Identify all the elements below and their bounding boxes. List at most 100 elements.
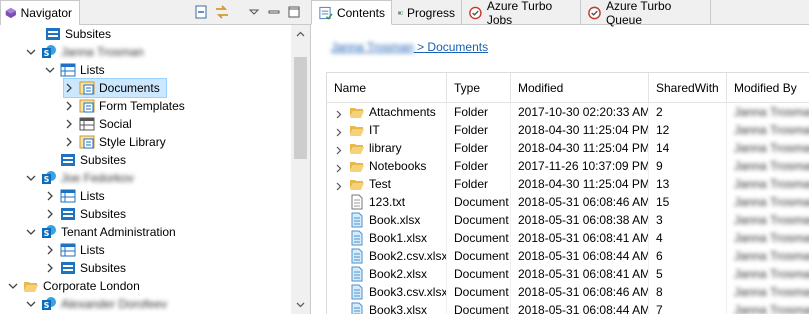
chevron-down-icon[interactable] — [26, 47, 36, 57]
tree-item-subsites[interactable]: Subsites — [45, 259, 126, 277]
table-row[interactable]: IT Folder 2018-04-30 11:25:04 PM 12 Janna Tr… — [327, 121, 809, 139]
tree-item-subsites[interactable]: Subsites — [45, 151, 126, 169]
name-text: Attachments — [369, 105, 436, 119]
tree-item-lists[interactable]: Lists — [45, 187, 105, 205]
scroll-down-icon[interactable] — [296, 300, 305, 309]
cell-modified: 2018-04-30 11:25:04 PM — [511, 121, 649, 139]
cell-shared: 6 — [649, 247, 727, 265]
chevron-right-icon[interactable] — [45, 209, 55, 219]
column-header-modified-by[interactable]: Modified By — [727, 73, 809, 103]
tree-item-lists[interactable]: Lists — [45, 241, 105, 259]
chevron-right-icon[interactable] — [334, 108, 343, 118]
tree-item-label: Corporate London — [43, 279, 140, 293]
breadcrumb-site-link[interactable]: Janna Trosman — [331, 40, 414, 54]
cell-name: Book.xlsx — [327, 211, 447, 229]
type-text: Folder — [454, 177, 489, 191]
chevron-right-icon[interactable] — [334, 180, 343, 190]
tree-item-lists[interactable]: Lists — [45, 61, 105, 79]
chevron-right-icon[interactable] — [334, 144, 343, 154]
cell-shared: 14 — [649, 139, 727, 157]
subsites-icon — [60, 260, 76, 276]
modified-text: 2018-05-31 06:08:44 AM — [518, 249, 649, 263]
tree-item-style-library[interactable]: Style Library — [64, 133, 166, 151]
cell-type: Folder — [447, 157, 511, 175]
shared-text: 13 — [656, 177, 670, 191]
modified-text: 2017-11-26 10:37:09 PM — [518, 159, 649, 173]
table-row[interactable]: Attachments Folder 2017-10-30 02:20:33 AM 2… — [327, 103, 809, 121]
chevron-down-icon[interactable] — [45, 65, 55, 75]
column-header-sharedwith[interactable]: SharedWith — [649, 73, 727, 103]
scrollbar-thumb[interactable] — [294, 57, 307, 159]
tree-item-site[interactable]: S Joe Fedorkov — [26, 169, 134, 187]
cell-shared: 3 — [649, 211, 727, 229]
tree-item-documents[interactable]: Documents — [63, 78, 167, 98]
column-header-name[interactable]: Name — [327, 73, 447, 103]
chevron-down-icon[interactable] — [26, 227, 36, 237]
chevron-right-icon[interactable] — [45, 263, 55, 273]
tree-item-social[interactable]: Social — [64, 115, 132, 133]
breadcrumb-documents-link[interactable]: Documents — [427, 40, 488, 54]
table-row[interactable]: Test Folder 2018-04-30 11:25:04 PM 13 Janna … — [327, 175, 809, 193]
cell-by: Janna Trosman — [727, 103, 809, 121]
tree-item-form-templates[interactable]: Form Templates — [64, 97, 185, 115]
by-text: Janna Trosman — [734, 213, 809, 227]
breadcrumb-separator: > — [417, 40, 425, 54]
table-row[interactable]: Book2.csv.xlsx Document 2018-05-31 06:08:4… — [327, 247, 809, 265]
chevron-right-icon[interactable] — [64, 119, 74, 129]
subsites-icon — [60, 206, 76, 222]
tree-item-corporate-london[interactable]: Corporate London — [8, 277, 140, 295]
cell-type: Folder — [447, 121, 511, 139]
link-with-editor-icon[interactable] — [214, 4, 230, 20]
column-header-modified[interactable]: Modified — [511, 73, 649, 103]
chevron-right-icon[interactable] — [334, 126, 343, 136]
navigator-scrollbar[interactable] — [291, 25, 310, 314]
shared-text: 6 — [656, 249, 663, 263]
cell-type: Document — [447, 283, 511, 301]
cell-by: Janna Trosman — [727, 265, 809, 283]
table-row[interactable]: Book3.csv.xlsx Document 2018-05-31 06:08:4… — [327, 283, 809, 301]
tab-label: Progress — [406, 5, 455, 20]
chevron-down-icon[interactable] — [26, 173, 36, 183]
view-menu-icon[interactable] — [246, 4, 262, 20]
chevron-down-icon[interactable] — [8, 281, 18, 291]
tree-item-subsites[interactable]: Subsites — [45, 205, 126, 223]
chevron-right-icon[interactable] — [64, 101, 74, 111]
navigator-tab[interactable]: Navigator — [0, 0, 80, 25]
chevron-right-icon[interactable] — [45, 245, 55, 255]
tree-item-tenant-administration[interactable]: S Tenant Administration — [26, 223, 176, 241]
name-text: Book3.xlsx — [369, 303, 428, 314]
table-row[interactable]: 123.txt Document 2018-05-31 06:08:46 AM 15 J… — [327, 193, 809, 211]
chevron-right-icon[interactable] — [64, 137, 74, 147]
collapse-all-icon[interactable] — [193, 4, 209, 20]
table-row[interactable]: library Folder 2018-04-30 11:25:04 PM 14 Jan… — [327, 139, 809, 157]
tree-item-subsites[interactable]: Subsites — [45, 25, 111, 43]
minimize-icon[interactable] — [266, 4, 282, 20]
table-row[interactable]: Book.xlsx Document 2018-05-31 06:08:38 AM 3… — [327, 211, 809, 229]
tab-azure-turbo-jobs[interactable]: Azure Turbo Jobs — [462, 0, 581, 27]
cell-name: library — [327, 139, 447, 157]
sharepoint-site-icon: S — [41, 224, 57, 240]
table-row[interactable]: Notebooks Folder 2017-11-26 10:37:09 PM 9 Ja… — [327, 157, 809, 175]
table-row[interactable]: Book1.xlsx Document 2018-05-31 06:08:41 AM… — [327, 229, 809, 247]
cell-name: Book2.xlsx — [327, 265, 447, 283]
tab-contents[interactable]: Contents — [311, 0, 392, 25]
scroll-up-icon[interactable] — [296, 30, 305, 39]
name-text: library — [369, 141, 402, 155]
chevron-right-icon[interactable] — [334, 162, 343, 172]
tab-progress[interactable]: Progress — [392, 0, 462, 25]
cell-modified: 2018-05-31 06:08:44 AM — [511, 301, 649, 314]
chevron-right-icon[interactable] — [64, 83, 74, 93]
azure-turbo-queue-icon — [588, 6, 601, 19]
svg-text:S: S — [44, 301, 50, 310]
table-row[interactable]: Book2.xlsx Document 2018-05-31 06:08:41 AM… — [327, 265, 809, 283]
maximize-icon[interactable] — [286, 4, 302, 20]
chevron-down-icon[interactable] — [26, 299, 36, 309]
tab-azure-turbo-queue[interactable]: Azure Turbo Queue — [581, 0, 711, 27]
table-row[interactable]: Book3.xlsx Document 2018-05-31 06:08:44 AM… — [327, 301, 809, 314]
chevron-right-icon[interactable] — [45, 191, 55, 201]
tree-item-site[interactable]: S Janna Trosman — [26, 43, 144, 61]
tree-item-label: Style Library — [99, 135, 166, 149]
navigator-icon — [5, 7, 16, 19]
column-header-type[interactable]: Type — [447, 73, 511, 103]
tree-item-site[interactable]: S Alexander Dorofeev — [26, 295, 167, 313]
